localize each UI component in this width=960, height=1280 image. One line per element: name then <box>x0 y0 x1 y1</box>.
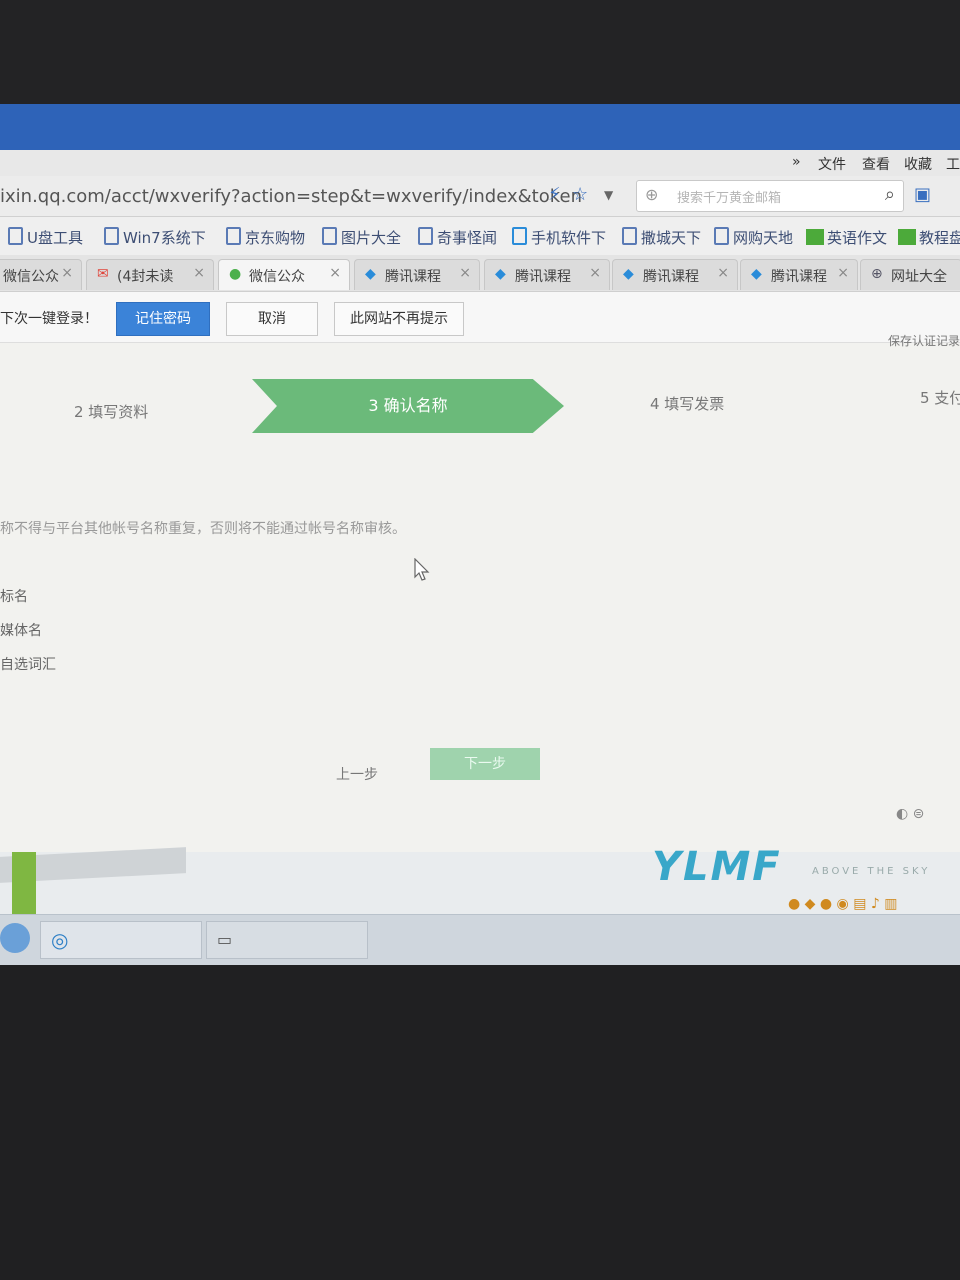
page-icon <box>512 227 527 245</box>
step-invoice: 4 填写发票 <box>650 395 725 413</box>
password-save-bar: 下次一键登录！ 记住密码 取消 此网站不再提示 保存认证记录 <box>0 292 960 348</box>
browser-tab[interactable]: 微信公众 × <box>0 259 82 290</box>
name-option[interactable]: 标名 <box>0 586 28 606</box>
globe-icon: ⊕ <box>871 266 883 282</box>
star-icon[interactable]: ☆ <box>572 184 588 205</box>
browser-tab[interactable]: ◆ 腾讯课程 × <box>740 259 858 290</box>
close-icon[interactable]: × <box>61 265 73 281</box>
page-icon <box>226 227 241 245</box>
close-icon[interactable]: × <box>193 265 205 281</box>
step-progress: 2 填写资料 3 确认名称 4 填写发票 5 支付 <box>0 369 960 449</box>
page-icon <box>622 227 637 245</box>
step-confirm-name-active: 3 确认名称 <box>252 379 564 433</box>
never-remind-button[interactable]: 此网站不再提示 <box>334 302 464 336</box>
bookmark-item[interactable]: 奇事怪闻 <box>418 227 497 248</box>
password-bar-message: 下次一键登录！ <box>0 311 98 327</box>
menu-more[interactable]: » <box>792 154 801 170</box>
browser-tab[interactable]: ◆ 腾讯课程 × <box>354 259 480 290</box>
taskbar-app-button[interactable]: ▭ <box>206 921 368 959</box>
name-option[interactable]: 媒体名 <box>0 620 42 640</box>
close-icon[interactable]: × <box>837 265 849 281</box>
close-icon[interactable]: × <box>589 265 601 281</box>
close-icon[interactable]: × <box>717 265 729 281</box>
tencent-class-icon: ◆ <box>365 266 376 282</box>
green-site-icon <box>898 229 916 245</box>
previous-step-link[interactable]: 上一步 <box>336 764 378 784</box>
system-tray-icons[interactable]: ● ◆ ● ◉ ▤ ♪ ▥ <box>788 896 898 912</box>
close-icon[interactable]: × <box>459 265 471 281</box>
monitor-bezel-top <box>0 0 960 104</box>
mail-icon: ✉ <box>97 266 109 282</box>
menu-view[interactable]: 查看 <box>862 154 890 174</box>
url-text[interactable]: ixin.qq.com/acct/wxverify?action=step&t=… <box>0 186 582 207</box>
wechat-icon: ● <box>229 266 242 282</box>
app-window-icon: ▭ <box>217 930 233 949</box>
browser-tab[interactable]: ◆ 腾讯课程 × <box>484 259 610 290</box>
close-icon[interactable]: × <box>329 265 341 281</box>
ylmf-tagline: ABOVE THE SKY <box>812 866 931 877</box>
next-step-button[interactable]: 下一步 <box>430 748 540 780</box>
browser-tab-active[interactable]: ● 微信公众 × <box>218 259 350 290</box>
extension-icon[interactable]: ▣ <box>914 184 931 205</box>
page-icon <box>322 227 337 245</box>
ylmf-logo: YLMF <box>652 844 782 890</box>
mouse-cursor-icon <box>414 558 430 581</box>
step-payment: 5 支付 <box>920 389 960 407</box>
menu-bar: » 文件 查看 收藏 工 <box>0 150 960 176</box>
bookmarks-bar: U盘工具 Win7系统下 京东购物 图片大全 奇事怪闻 手机软件下 撒城天下 网… <box>0 217 960 255</box>
bookmark-item[interactable]: 教程盘 <box>898 227 960 248</box>
monitor-bezel-bottom <box>0 965 960 1280</box>
bookmark-item[interactable]: 图片大全 <box>322 227 401 248</box>
browser-icon: ◎ <box>51 928 69 952</box>
search-placeholder: 搜索千万黄金邮箱 <box>677 191 782 206</box>
taskbar: ◎ ▭ <box>0 914 960 966</box>
taskbar-browser-button[interactable]: ◎ <box>40 921 202 959</box>
page-icon <box>418 227 433 245</box>
remember-password-button[interactable]: 记住密码 <box>116 302 210 336</box>
tencent-class-icon: ◆ <box>751 266 762 282</box>
menu-favorites[interactable]: 收藏 <box>904 154 932 174</box>
page-icon <box>8 227 23 245</box>
tencent-class-icon: ◆ <box>495 266 506 282</box>
corner-text: 保存认证记录 <box>887 334 960 348</box>
bookmark-item[interactable]: 网购天地 <box>714 227 793 248</box>
cancel-button[interactable]: 取消 <box>226 302 318 336</box>
screen: » 文件 查看 收藏 工 ixin.qq.com/acct/wxverify?a… <box>0 104 960 966</box>
browser-tab[interactable]: ⊕ 网址大全 <box>860 259 960 290</box>
bookmark-item[interactable]: Win7系统下 <box>104 227 206 248</box>
bookmark-item[interactable]: 手机软件下 <box>512 227 606 248</box>
status-icons: ◐ ⊜ <box>896 806 925 822</box>
page-icon <box>714 227 729 245</box>
browser-tab[interactable]: ✉ (4封未读 × <box>86 259 214 290</box>
menu-tools[interactable]: 工 <box>946 154 960 174</box>
menu-file[interactable]: 文件 <box>818 154 846 174</box>
bookmark-item[interactable]: 京东购物 <box>226 227 305 248</box>
name-option[interactable]: 自选词汇 <box>0 654 56 674</box>
search-icon[interactable]: ⌕ <box>885 184 895 205</box>
address-bar: ixin.qq.com/acct/wxverify?action=step&t=… <box>0 176 960 217</box>
tab-strip: 微信公众 × ✉ (4封未读 × ● 微信公众 × ◆ 腾讯课程 × ◆ 腾讯课… <box>0 255 960 292</box>
step-fill-info: 2 填写资料 <box>74 403 149 421</box>
window-titlebar <box>0 104 960 150</box>
page-icon <box>104 227 119 245</box>
dropdown-arrow-icon[interactable]: ▼ <box>604 188 613 202</box>
tencent-class-icon: ◆ <box>623 266 634 282</box>
bookmark-item[interactable]: 英语作文 <box>806 227 887 248</box>
lightning-icon[interactable]: ⚡ <box>548 184 561 205</box>
name-rule-notice: 称不得与平台其他帐号名称重复，否则将不能通过帐号名称审核。 <box>0 521 406 537</box>
bookmark-item[interactable]: U盘工具 <box>8 227 83 248</box>
search-engine-icon: ⊕ <box>645 185 659 204</box>
green-site-icon <box>806 229 824 245</box>
start-button[interactable] <box>0 923 30 953</box>
bookmark-item[interactable]: 撒城天下 <box>622 227 701 248</box>
browser-tab[interactable]: ◆ 腾讯课程 × <box>612 259 738 290</box>
search-box[interactable]: ⊕ 搜索千万黄金邮箱 ⌕ <box>636 180 904 212</box>
